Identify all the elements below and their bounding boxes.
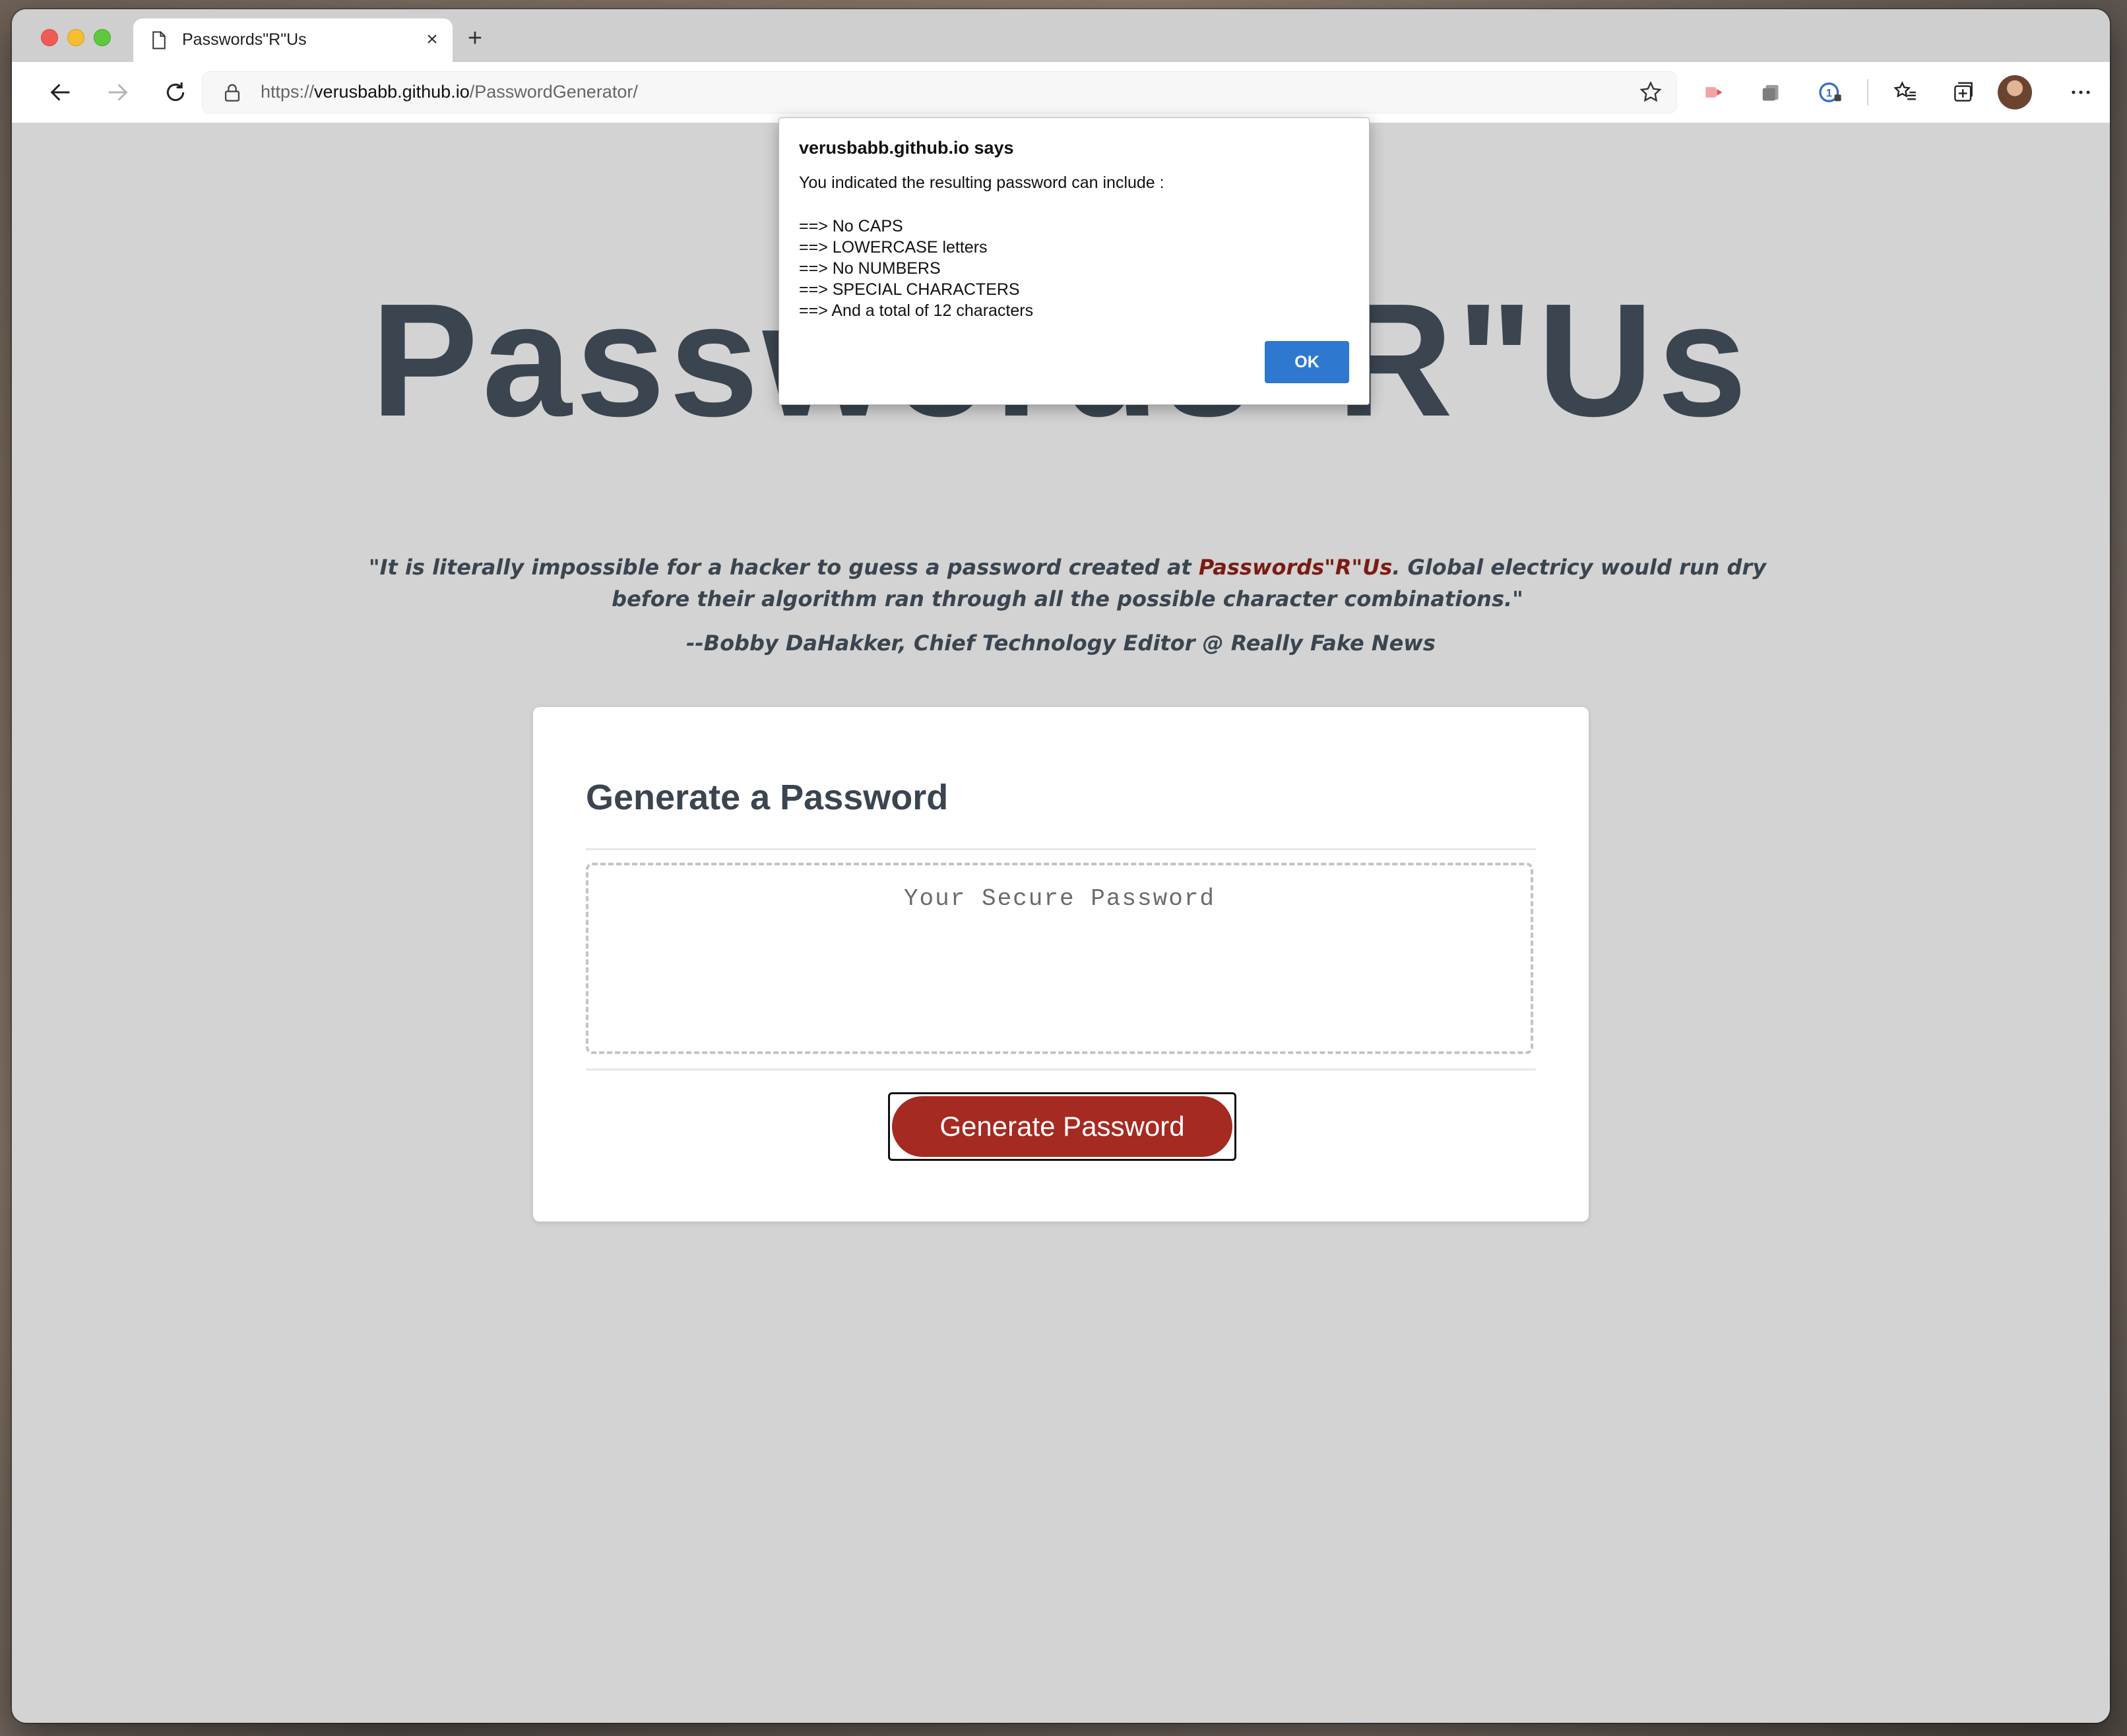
extension-stack-button[interactable] [1754, 74, 1791, 111]
card-divider-bottom [586, 1069, 1536, 1070]
quote-text-start: "It is literally impossible for a hacker… [368, 555, 1199, 580]
collections-icon [1954, 82, 1973, 102]
new-tab-button[interactable]: + [462, 26, 488, 53]
close-window-button[interactable] [41, 29, 58, 46]
dialog-ok-button[interactable]: OK [1265, 341, 1349, 383]
alert-dialog: verusbabb.github.io says You indicated t… [778, 117, 1370, 405]
lock-icon [224, 84, 240, 102]
url-text: https://verusbabb.github.io/PasswordGene… [261, 82, 638, 102]
browser-window: Passwords"R"Us × + https://verusbabb.git… [12, 9, 2110, 1723]
password-lock-icon: 1 [1819, 82, 1841, 102]
browser-toolbar: https://verusbabb.github.io/PasswordGene… [12, 62, 2110, 123]
dialog-option-line: ==> LOWERCASE letters [799, 238, 988, 257]
tab-title: Passwords"R"Us [182, 30, 307, 49]
dialog-option-line: ==> No CAPS [799, 217, 903, 235]
dialog-option-line: ==> SPECIAL CHARACTERS [799, 280, 1020, 299]
collections-button[interactable] [1945, 74, 1982, 111]
favorites-button[interactable] [1887, 74, 1924, 111]
address-bar[interactable]: https://verusbabb.github.io/PasswordGene… [202, 71, 1677, 113]
password-placeholder: Your Secure Password [903, 885, 1216, 912]
forward-button[interactable] [99, 74, 136, 111]
extension-share-button[interactable] [1696, 74, 1732, 111]
card-title: Generate a Password [586, 778, 949, 817]
password-extension-button[interactable]: 1 [1812, 74, 1849, 111]
generate-password-button[interactable]: Generate Password [892, 1096, 1232, 1157]
profile-avatar[interactable] [1998, 75, 2032, 109]
quote-attribution: --Bobby DaHakker, Chief Technology Edito… [686, 631, 1436, 656]
testimonial-quote: "It is literally impossible for a hacker… [368, 551, 1767, 615]
more-menu-icon [2072, 90, 2090, 94]
favorites-icon [1893, 80, 1916, 100]
more-menu-button[interactable] [2062, 74, 2099, 111]
dialog-option-line: ==> No NUMBERS [799, 259, 941, 278]
generator-card: Generate a Password Your Secure Password… [533, 707, 1589, 1222]
minimize-window-button[interactable] [67, 29, 84, 46]
dialog-message: You indicated the resulting password can… [799, 173, 1164, 192]
collections-stack-icon [1762, 84, 1779, 101]
toolbar-separator [1867, 79, 1868, 106]
dialog-option-line: ==> And a total of 12 characters [799, 301, 1034, 320]
password-textarea[interactable]: Your Secure Password [586, 863, 1533, 1054]
dialog-option-list: ==> No CAPS ==> LOWERCASE letters ==> No… [799, 216, 1033, 321]
extension-share-icon [1705, 87, 1723, 98]
reload-icon [166, 82, 185, 102]
card-divider-top [586, 848, 1536, 850]
forward-icon [108, 84, 128, 101]
page-icon [152, 31, 166, 49]
star-icon[interactable] [1638, 80, 1663, 105]
tab-active[interactable]: Passwords"R"Us × [133, 18, 453, 62]
url-host: verusbabb.github.io [314, 82, 470, 102]
reload-button[interactable] [157, 74, 194, 111]
back-button[interactable] [42, 74, 79, 111]
url-path: /PasswordGenerator/ [469, 82, 638, 102]
zoom-window-button[interactable] [94, 29, 111, 46]
url-scheme: https:// [261, 82, 315, 102]
quote-brand: Passwords"R"Us [1198, 555, 1393, 580]
back-icon [50, 84, 70, 101]
dialog-title: verusbabb.github.io says [799, 138, 1014, 158]
svg-text:1: 1 [1826, 87, 1832, 100]
tab-strip: Passwords"R"Us × + [12, 9, 2110, 62]
close-tab-icon[interactable]: × [421, 26, 443, 53]
